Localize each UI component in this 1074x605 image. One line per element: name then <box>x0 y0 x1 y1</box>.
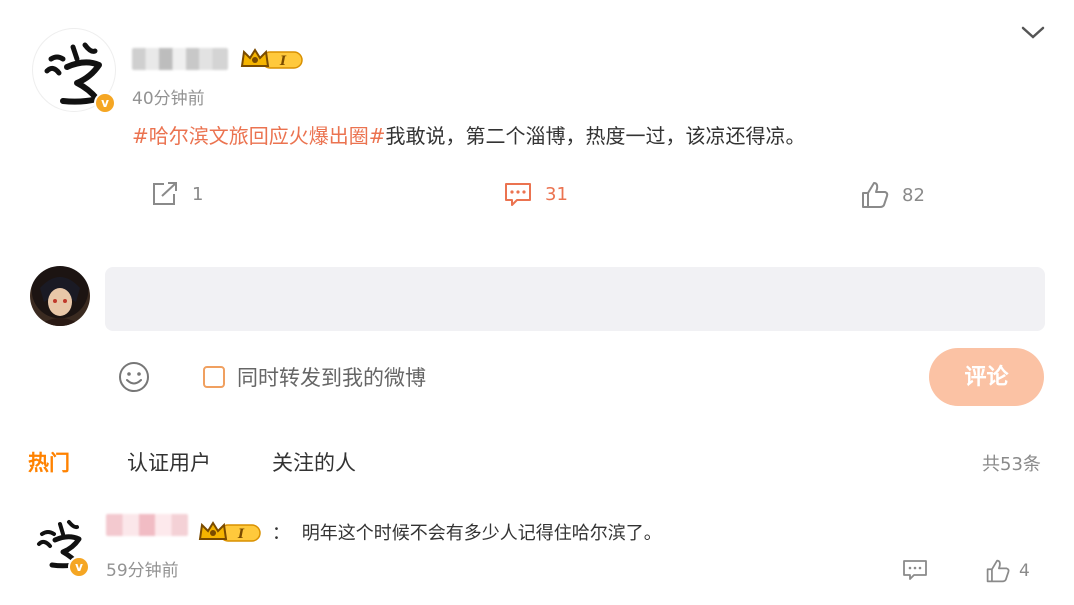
commenter-name-blurred[interactable] <box>106 514 188 536</box>
verified-icon: v <box>94 92 116 114</box>
comment-time: 59分钟前 <box>106 561 179 581</box>
emoji-icon[interactable] <box>117 360 151 394</box>
repost-icon <box>153 182 177 205</box>
comment-button[interactable]: 31 <box>503 180 568 208</box>
reply-button[interactable] <box>902 558 928 582</box>
current-user-avatar[interactable] <box>30 266 90 326</box>
like-icon <box>862 182 889 208</box>
repost-checkbox[interactable] <box>203 366 225 388</box>
like-button[interactable]: 82 <box>860 180 925 210</box>
like-count: 82 <box>902 184 925 206</box>
post-time: 40分钟前 <box>132 89 205 109</box>
like-icon <box>986 559 1010 583</box>
post-body: #哈尔滨文旅回应火爆出圈#我敢说，第二个淄博，热度一过，该凉还得凉。 <box>132 120 806 149</box>
submit-comment-button[interactable]: 评论 <box>929 348 1044 406</box>
comment-like-button[interactable]: 4 <box>985 558 1030 584</box>
comment-body: ： 明年这个时候不会有多少人记得住哈尔滨了。 <box>272 519 662 545</box>
author-name-blurred[interactable] <box>132 48 228 70</box>
repost-button[interactable]: 1 <box>150 180 203 208</box>
crown-icon[interactable]: I <box>240 46 306 72</box>
repost-checkbox-label[interactable]: 同时转发到我的微博 <box>237 362 426 392</box>
crown-icon[interactable]: I <box>198 519 264 545</box>
comment-total: 共53条 <box>982 454 1041 475</box>
anime-avatar-image <box>38 277 82 326</box>
badge-level: I <box>279 54 287 69</box>
comment-like-count: 4 <box>1019 561 1030 581</box>
comment-text: 明年这个时候不会有多少人记得住哈尔滨了。 <box>301 523 662 544</box>
tab-hot[interactable]: 热门 <box>28 447 70 477</box>
tab-verified-users[interactable]: 认证用户 <box>127 447 211 477</box>
comment-input[interactable] <box>105 267 1045 331</box>
comment-icon <box>903 560 927 580</box>
verified-icon: v <box>68 556 90 578</box>
chevron-down-icon[interactable] <box>1020 22 1046 46</box>
comment-separator: ： <box>272 523 290 544</box>
post-text: 我敢说，第二个淄博，热度一过，该凉还得凉。 <box>385 124 806 148</box>
topic-link[interactable]: #哈尔滨文旅回应火爆出圈# <box>132 124 386 148</box>
repost-count: 1 <box>192 183 204 205</box>
tab-following[interactable]: 关注的人 <box>272 447 356 477</box>
comment-icon <box>505 183 531 206</box>
badge-level: I <box>237 527 245 542</box>
comment-count: 31 <box>545 183 568 205</box>
